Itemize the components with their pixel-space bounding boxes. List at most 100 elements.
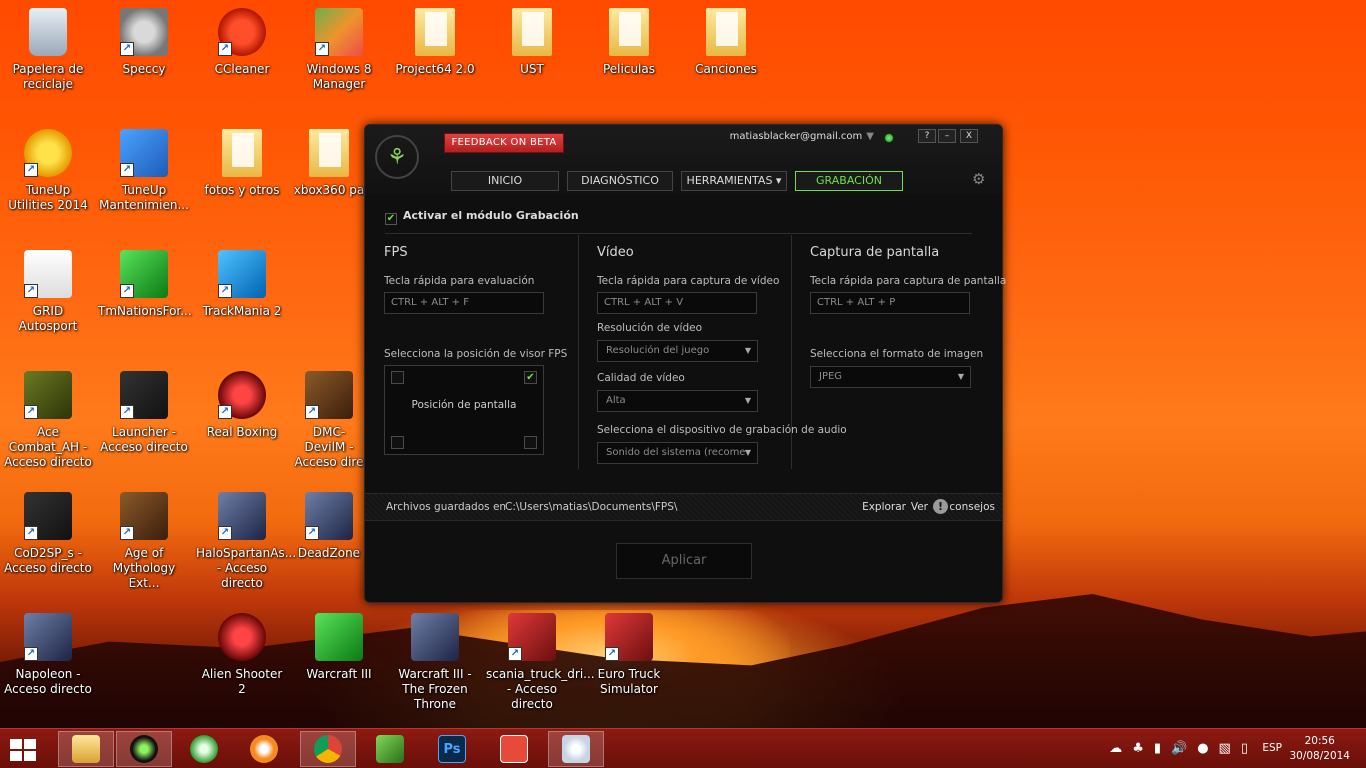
help-button[interactable]: ?	[918, 129, 936, 143]
desktop-icon-tuneup-maintenance[interactable]: ↗ TuneUp Mantenimien...	[98, 129, 190, 213]
position-top-left[interactable]	[391, 371, 404, 384]
video-resolution-select[interactable]: Resolución del juego ▼	[597, 340, 758, 362]
desktop-icon-age-of-mythology[interactable]: ↗ Age of Mythology Ext...	[98, 492, 190, 591]
napoleon-icon: ↗	[24, 613, 72, 661]
desktop-icon-peliculas[interactable]: Peliculas	[583, 8, 675, 77]
info-icon[interactable]: !	[933, 499, 948, 514]
language-indicator[interactable]: ESP	[1262, 742, 1282, 754]
windows-logo-icon	[24, 751, 36, 761]
taskbar-photoshop[interactable]: Ps	[424, 731, 480, 767]
screenshot-hotkey-input[interactable]: CTRL + ALT + P	[810, 292, 970, 314]
position-top-right[interactable]: ✔	[524, 371, 537, 384]
activate-recording-checkbox[interactable]: ✔ Activar el módulo Grabación	[385, 209, 579, 225]
minimize-button[interactable]: –	[938, 129, 956, 143]
clock[interactable]: 20:56 30/08/2014	[1289, 734, 1350, 764]
explore-link[interactable]: Explorar	[862, 501, 906, 513]
saved-files-bar: Archivos guardados en C:\Users\matias\Do…	[365, 493, 1002, 521]
desktop-icon-label: DeadZone	[297, 546, 361, 560]
apply-button[interactable]: Aplicar	[616, 543, 752, 579]
desktop-icon-grid-autosport[interactable]: ↗ GRID Autosport	[2, 250, 94, 334]
tips-link[interactable]: consejos	[949, 501, 995, 513]
desktop-icon-project64[interactable]: Project64 2.0	[389, 8, 481, 77]
tab-herramientas[interactable]: HERRAMIENTAS ▾	[681, 171, 787, 191]
real-boxing-icon: ↗	[218, 371, 266, 419]
online-status-icon	[884, 133, 894, 143]
desktop-icon-dmc[interactable]: ↗ DMC-DevilM - Acceso dire	[293, 371, 365, 470]
onedrive-icon[interactable]: ☁	[1109, 741, 1122, 756]
close-button[interactable]: X	[960, 129, 978, 143]
desktop-icon-speccy[interactable]: ↗ Speccy	[98, 8, 190, 77]
desktop-icon-real-boxing[interactable]: ↗ Real Boxing	[196, 371, 288, 440]
tray-app-icon[interactable]: ♣	[1132, 741, 1144, 756]
position-box-label: Posición de pantalla	[411, 399, 517, 411]
desktop-icon-label: Alien Shooter 2	[201, 667, 283, 696]
desktop-icon-euro-truck[interactable]: ↗ Euro Truck Simulator	[583, 613, 675, 697]
image-format-value: JPEG	[819, 371, 843, 382]
taskbar-razer-cortex[interactable]	[116, 731, 172, 767]
taskbar-xbox[interactable]	[176, 731, 232, 767]
razer-tray-icon[interactable]: ●	[1197, 741, 1208, 756]
desktop-icon-tmnations[interactable]: ↗ TmNationsFor...	[98, 250, 192, 319]
main-tabs: INICIO DIAGNÓSTICO HERRAMIENTAS ▾ GRABAC…	[451, 171, 903, 191]
battery-icon[interactable]: ▯	[1241, 741, 1248, 756]
frozen-throne-icon	[411, 613, 459, 661]
image-format-label: Selecciona el formato de imagen	[810, 348, 984, 360]
desktop-icon-alien-shooter[interactable]: Alien Shooter 2	[196, 613, 288, 697]
start-button[interactable]	[8, 737, 38, 761]
tab-diagnostico[interactable]: DIAGNÓSTICO	[567, 171, 673, 191]
taskbar-paint[interactable]	[548, 731, 604, 767]
view-tips-link[interactable]: Ver	[911, 501, 928, 513]
folder-icon	[512, 8, 552, 56]
desktop-icon-windows8-manager[interactable]: ↗ Windows 8 Manager	[293, 8, 385, 92]
video-quality-label: Calidad de vídeo	[597, 372, 685, 384]
desktop-icon-ccleaner[interactable]: ↗ CCleaner	[196, 8, 288, 77]
screenshot-section: Captura de pantalla Tecla rápida para ca…	[791, 235, 1007, 471]
desktop-icon-ace-combat[interactable]: ↗ Ace Combat_AH - Acceso directo	[2, 371, 94, 470]
action-center-icon[interactable]: ▧	[1219, 741, 1231, 756]
desktop-icon-label: Ace Combat_AH - Acceso directo	[4, 425, 92, 469]
desktop-icon-launcher[interactable]: ↗ Launcher - Acceso directo	[98, 371, 190, 455]
desktop-icon-tuneup-utilities[interactable]: ↗ TuneUp Utilities 2014	[2, 129, 94, 213]
taskbar-file-explorer[interactable]	[58, 731, 114, 767]
video-hotkey-input[interactable]: CTRL + ALT + V	[597, 292, 757, 314]
taskbar-media-player[interactable]	[236, 731, 292, 767]
gear-icon[interactable]: ⚙	[972, 171, 988, 187]
desktop-icon-scania[interactable]: ↗ scania_truck_dri... - Acceso directo	[486, 613, 595, 712]
razer-logo-icon: ⚘	[375, 135, 419, 179]
desktop-icon-napoleon[interactable]: ↗ Napoleon - Acceso directo	[2, 613, 94, 697]
feedback-button[interactable]: FEEDBACK ON BETA	[444, 133, 564, 153]
volume-icon[interactable]: 🔊	[1171, 741, 1187, 756]
desktop-icon-canciones[interactable]: Canciones	[680, 8, 772, 77]
audio-device-value: Sonido del sistema (recome	[606, 447, 746, 458]
desktop-icon-xbox360[interactable]: xbox360 pa	[293, 129, 365, 198]
position-bottom-right[interactable]	[524, 436, 537, 449]
tab-grabacion[interactable]: GRABACIÓN	[795, 171, 903, 191]
alien-shooter-icon	[218, 613, 266, 661]
desktop-icon-trackmania2[interactable]: ↗ TrackMania 2	[196, 250, 288, 319]
desktop-icon-cod2[interactable]: ↗ CoD2SP_s - Acceso directo	[2, 492, 94, 576]
razer-logo-glyph: ⚘	[387, 144, 407, 170]
desktop-icon-halo[interactable]: ↗ HaloSpartanAs... - Acceso directo	[196, 492, 296, 591]
desktop-icon-fotos[interactable]: fotos y otros	[196, 129, 288, 198]
desktop-icon-warcraft3[interactable]: Warcraft III	[293, 613, 385, 682]
desktop-icon-frozen-throne[interactable]: Warcraft III - The Frozen Throne	[389, 613, 481, 712]
paint-palette-icon	[562, 735, 590, 763]
screenshot-hotkey-label: Tecla rápida para captura de pantalla	[810, 275, 1007, 287]
position-bottom-left[interactable]	[391, 436, 404, 449]
video-quality-select[interactable]: Alta ▼	[597, 390, 758, 412]
image-format-select[interactable]: JPEG ▼	[810, 366, 971, 388]
fps-hotkey-input[interactable]: CTRL + ALT + F	[384, 292, 544, 314]
tab-inicio[interactable]: INICIO	[451, 171, 559, 191]
taskbar-chrome[interactable]	[300, 731, 356, 767]
network-signal-icon[interactable]: ▮	[1154, 741, 1161, 756]
desktop-icon-label: TuneUp Mantenimien...	[99, 183, 189, 212]
account-menu[interactable]: matiasblacker@gmail.com ▼	[730, 131, 874, 142]
desktop-icon-deadzone[interactable]: ↗ DeadZone	[293, 492, 365, 561]
audio-device-select[interactable]: Sonido del sistema (recome ▼	[597, 442, 758, 464]
desktop-icon-ust[interactable]: UST	[486, 8, 578, 77]
taskbar-power-app[interactable]	[486, 731, 542, 767]
chevron-down-icon: ▼	[744, 396, 751, 405]
desktop-icon-recycle-bin[interactable]: Papelera de reciclaje	[2, 8, 94, 92]
trackmania-icon: ↗	[218, 250, 266, 298]
taskbar-utility[interactable]	[362, 731, 418, 767]
